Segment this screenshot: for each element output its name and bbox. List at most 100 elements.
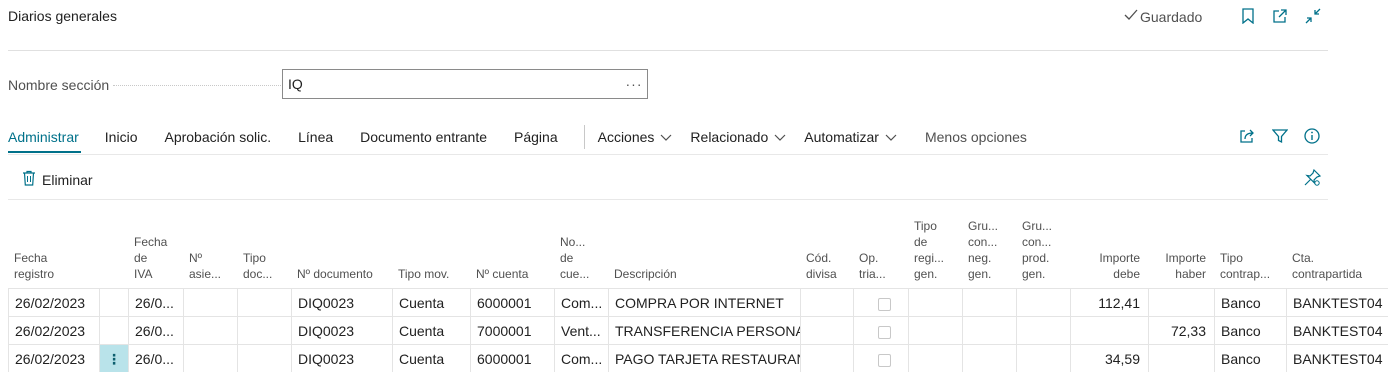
cell-tipo-contrapartida[interactable]: Banco (1214, 316, 1286, 344)
tab-aprobacion[interactable]: Aprobación solic. (164, 129, 271, 145)
col-tipo-registro[interactable]: Tipo de regi... gen. (914, 216, 960, 288)
col-cod-divisa[interactable]: Cód. divisa (806, 216, 851, 288)
cell-cta-contrapartida[interactable]: BANKTEST04 (1286, 316, 1388, 344)
cell-importe-debe[interactable]: 34,59 (1070, 344, 1148, 372)
menu-acciones[interactable]: Acciones (598, 129, 673, 145)
menu-relacionado[interactable]: Relacionado (690, 129, 786, 145)
cell-tipo-doc[interactable] (237, 344, 291, 372)
cell-importe-haber[interactable]: 72,33 (1148, 316, 1214, 344)
cell-cod-divisa[interactable] (800, 344, 853, 372)
cell-nombre-cuenta[interactable]: Com... (554, 344, 608, 372)
cell-num-documento[interactable]: DIQ0023 (291, 344, 392, 372)
table-row[interactable]: 26/02/2023 ⋮ 26/0... DIQ0023 Cuenta 6000001 Co… (0, 344, 1388, 372)
cell-fecha-iva[interactable]: 26/0... (128, 344, 183, 372)
cell-nombre-cuenta[interactable]: Vent... (554, 316, 608, 344)
row-action-cell[interactable] (99, 288, 128, 316)
cell-num-cuenta[interactable]: 6000001 (470, 344, 554, 372)
menu-automatizar[interactable]: Automatizar (804, 129, 897, 145)
cell-importe-debe[interactable] (1070, 316, 1148, 344)
table-row[interactable]: 26/02/2023 26/0... DIQ0023 Cuenta 7000001 Ven… (0, 316, 1388, 344)
cell-importe-debe[interactable]: 112,41 (1070, 288, 1148, 316)
info-icon[interactable] (1302, 126, 1322, 146)
col-blank[interactable] (105, 216, 126, 288)
tab-documento-entrante[interactable]: Documento entrante (360, 129, 487, 145)
cell-cta-contrapartida[interactable]: BANKTEST04 (1286, 288, 1388, 316)
col-descripcion[interactable]: Descripción (614, 216, 798, 288)
cell-num-cuenta[interactable]: 7000001 (470, 316, 554, 344)
cell-fecha-iva[interactable]: 26/0... (128, 288, 183, 316)
cell-tipo-registro[interactable] (908, 316, 962, 344)
cell-tipo-contrapartida[interactable]: Banco (1214, 344, 1286, 372)
cell-num-asiento[interactable] (183, 288, 237, 316)
col-fecha-iva[interactable]: Fecha de IVA (134, 216, 181, 288)
section-name-value[interactable]: IQ (283, 76, 621, 92)
table-row[interactable]: 26/02/2023 26/0... DIQ0023 Cuenta 6000001 Com… (0, 288, 1388, 316)
col-num-asiento[interactable]: Nº asie... (189, 216, 235, 288)
tab-inicio[interactable]: Inicio (105, 129, 138, 145)
cell-tipo-mov[interactable]: Cuenta (392, 344, 470, 372)
cell-num-cuenta[interactable]: 6000001 (470, 288, 554, 316)
filter-icon[interactable] (1270, 126, 1290, 146)
bookmark-icon[interactable] (1238, 6, 1258, 26)
cell-grupo-prod[interactable] (1016, 316, 1070, 344)
cell-num-documento[interactable]: DIQ0023 (291, 288, 392, 316)
col-tipo-contrapartida[interactable]: Tipo contrap... (1220, 216, 1284, 288)
col-num-documento[interactable]: Nº documento (297, 216, 390, 288)
cell-grupo-neg[interactable] (962, 316, 1016, 344)
section-lookup-button[interactable]: ··· (621, 76, 647, 92)
col-op-triangular[interactable]: Op. tria... (859, 216, 906, 288)
cell-fecha-registro[interactable]: 26/02/2023 (8, 288, 99, 316)
cell-op-triangular[interactable] (853, 288, 908, 316)
cell-importe-haber[interactable] (1148, 288, 1214, 316)
cell-grupo-prod[interactable] (1016, 288, 1070, 316)
cell-descripcion[interactable]: TRANSFERENCIA PERSONAL (608, 316, 800, 344)
cell-fecha-iva[interactable]: 26/0... (128, 316, 183, 344)
cell-op-triangular[interactable] (853, 316, 908, 344)
cell-num-documento[interactable]: DIQ0023 (291, 316, 392, 344)
col-grupo-neg[interactable]: Gru... con... neg. gen. (968, 216, 1014, 288)
cell-cod-divisa[interactable] (800, 288, 853, 316)
row-action-cell[interactable] (99, 316, 128, 344)
cell-cta-contrapartida[interactable]: BANKTEST04 (1286, 344, 1388, 372)
tab-administrar[interactable]: Administrar (8, 129, 79, 145)
col-importe-debe[interactable]: Importe debe (1076, 216, 1140, 288)
open-new-window-icon[interactable] (1270, 6, 1290, 26)
checkbox[interactable] (878, 325, 891, 339)
less-options-button[interactable]: Menos opciones (925, 129, 1027, 145)
col-tipo-mov[interactable]: Tipo mov. (398, 216, 468, 288)
cell-num-asiento[interactable] (183, 344, 237, 372)
cell-fecha-registro[interactable]: 26/02/2023 (8, 344, 99, 372)
checkbox[interactable] (878, 353, 891, 367)
cell-num-asiento[interactable] (183, 316, 237, 344)
cell-tipo-contrapartida[interactable]: Banco (1214, 288, 1286, 316)
cell-nombre-cuenta[interactable]: Com... (554, 288, 608, 316)
col-nombre-cuenta[interactable]: No... de cue... (560, 216, 606, 288)
cell-grupo-neg[interactable] (962, 288, 1016, 316)
cell-op-triangular[interactable] (853, 344, 908, 372)
tab-pagina[interactable]: Página (514, 129, 558, 145)
collapse-icon[interactable] (1303, 6, 1323, 26)
col-fecha-registro[interactable]: Fecha registro (14, 216, 97, 288)
col-tipo-doc[interactable]: Tipo doc... (243, 216, 289, 288)
cell-grupo-prod[interactable] (1016, 344, 1070, 372)
personalize-pin-icon[interactable] (1302, 168, 1322, 188)
col-num-cuenta[interactable]: Nº cuenta (476, 216, 552, 288)
tab-linea[interactable]: Línea (298, 129, 333, 145)
cell-tipo-mov[interactable]: Cuenta (392, 288, 470, 316)
cell-descripcion[interactable]: COMPRA POR INTERNET (608, 288, 800, 316)
share-icon[interactable] (1237, 126, 1257, 146)
cell-fecha-registro[interactable]: 26/02/2023 (8, 316, 99, 344)
cell-grupo-neg[interactable] (962, 344, 1016, 372)
cell-tipo-registro[interactable] (908, 344, 962, 372)
col-cta-contrapartida[interactable]: Cta. contrapartida (1292, 216, 1386, 288)
cell-importe-haber[interactable] (1148, 344, 1214, 372)
col-importe-haber[interactable]: Importe haber (1154, 216, 1206, 288)
cell-descripcion[interactable]: PAGO TARJETA RESTAURAN... (608, 344, 800, 372)
cell-tipo-doc[interactable] (237, 316, 291, 344)
checkbox[interactable] (878, 297, 891, 311)
cell-tipo-registro[interactable] (908, 288, 962, 316)
delete-button[interactable]: Eliminar (22, 170, 93, 189)
cell-cod-divisa[interactable] (800, 316, 853, 344)
cell-tipo-doc[interactable] (237, 288, 291, 316)
section-name-input[interactable]: IQ ··· (282, 69, 648, 99)
